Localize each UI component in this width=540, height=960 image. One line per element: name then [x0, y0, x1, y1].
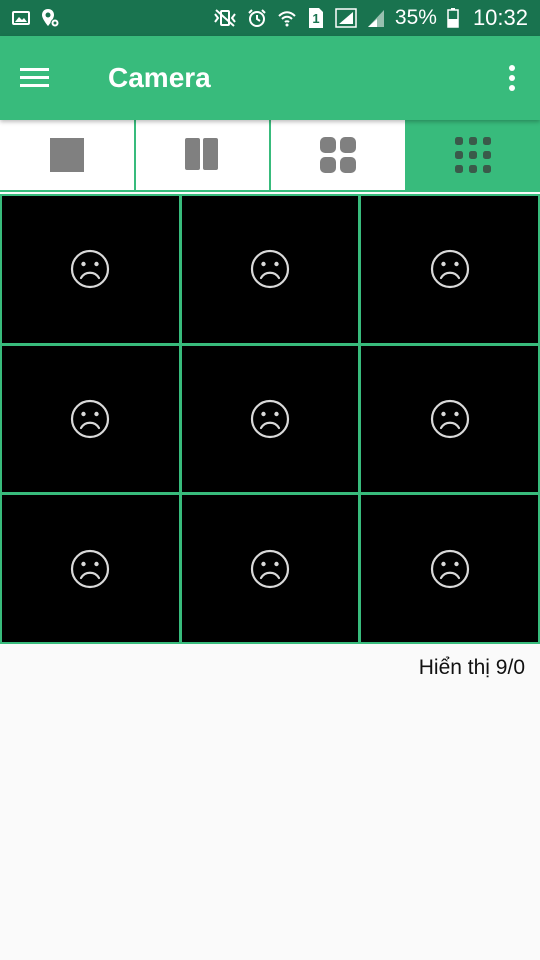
- camera-grid: [0, 194, 540, 644]
- page-title: Camera: [108, 62, 211, 93]
- camera-cell[interactable]: [2, 345, 179, 493]
- status-left: [12, 8, 60, 28]
- tab-four-grid-view[interactable]: [271, 120, 407, 190]
- sad-face-icon: [71, 549, 110, 588]
- signal-strength-icon: [367, 8, 385, 28]
- signal-icon: [335, 8, 357, 28]
- sad-face-icon: [250, 250, 290, 289]
- sim-badge-text: 1: [312, 11, 319, 26]
- four-grid-view-icon: [319, 137, 356, 173]
- nine-grid-view-icon: [455, 137, 492, 173]
- alarm-icon: [247, 8, 267, 28]
- camera-cell[interactable]: [181, 196, 359, 343]
- vibrate-mute-icon: [213, 8, 237, 28]
- camera-cell[interactable]: [2, 495, 179, 642]
- layout-tabs: [0, 120, 540, 192]
- status-right: 1 35% 10:32: [213, 5, 528, 31]
- status-bar: 1 35% 10:32: [0, 0, 540, 36]
- camera-cell[interactable]: [361, 345, 538, 493]
- display-count-label: Hiển thị 9/0: [418, 656, 525, 679]
- battery-icon: [447, 8, 459, 28]
- battery-percent: 35%: [394, 6, 437, 29]
- camera-cell[interactable]: [361, 495, 538, 642]
- camera-cell[interactable]: [361, 196, 538, 343]
- tab-single-view[interactable]: [0, 120, 136, 190]
- tab-nine-grid-view[interactable]: [406, 120, 540, 190]
- app-bar: Camera: [0, 36, 540, 120]
- menu-button[interactable]: [0, 36, 70, 120]
- sim-icon: 1: [307, 7, 325, 29]
- camera-cell[interactable]: [181, 495, 359, 642]
- camera-cell[interactable]: [2, 196, 179, 343]
- more-options-button[interactable]: [484, 36, 540, 120]
- location-settings-icon: [40, 8, 60, 28]
- sad-face-icon: [250, 399, 290, 439]
- single-view-icon: [49, 138, 84, 172]
- sad-face-icon: [430, 549, 469, 588]
- sad-face-icon: [430, 250, 469, 289]
- image-icon: [12, 10, 30, 26]
- tab-two-column-view[interactable]: [135, 120, 271, 190]
- sad-face-icon: [430, 399, 469, 439]
- two-column-view-icon: [185, 138, 219, 170]
- clock: 10:32: [472, 5, 528, 30]
- sad-face-icon: [71, 399, 110, 439]
- sad-face-icon: [250, 549, 290, 588]
- sad-face-icon: [71, 250, 110, 289]
- hamburger-menu-icon: [20, 68, 49, 87]
- more-vert-icon: [509, 65, 515, 91]
- camera-cell[interactable]: [181, 345, 359, 493]
- wifi-icon: [277, 8, 297, 28]
